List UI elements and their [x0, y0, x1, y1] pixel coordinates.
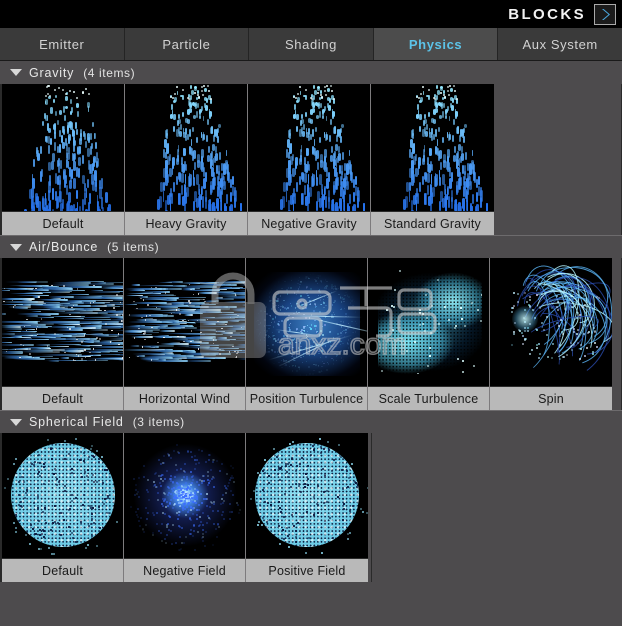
section-header-gravity[interactable]: Gravity (4 items)	[0, 61, 622, 84]
preset-item[interactable]: Default	[2, 433, 124, 582]
preset-thumbnail	[246, 433, 368, 558]
preset-item[interactable]: Horizontal Wind	[124, 258, 246, 410]
preset-label: Default	[2, 211, 124, 235]
blocks-panel: BLOCKS Emitter Particle Shading Physics …	[0, 0, 622, 626]
panel-header: BLOCKS	[0, 0, 622, 28]
preset-thumbnail	[246, 258, 367, 386]
preset-item[interactable]: Heavy Gravity	[125, 84, 248, 235]
preset-thumbnail	[371, 84, 494, 211]
preset-label: Default	[2, 386, 123, 410]
tab-particle[interactable]: Particle	[124, 28, 250, 60]
tab-emitter[interactable]: Emitter	[0, 28, 125, 60]
tab-label: Shading	[285, 36, 337, 52]
preset-thumbnail	[2, 84, 124, 211]
page-title: BLOCKS	[508, 5, 586, 23]
tab-label: Physics	[408, 36, 463, 52]
preset-label: Scale Turbulence	[368, 386, 489, 410]
chevron-right-icon	[598, 7, 612, 22]
preset-thumbnail	[125, 84, 247, 211]
preset-item[interactable]: Default	[2, 84, 125, 235]
air-bounce-row: Default Horizontal Wind Position Turbule…	[0, 258, 622, 410]
preset-item[interactable]: Negative Field	[124, 433, 246, 582]
preset-thumbnail	[124, 433, 245, 558]
preset-label: Spin	[490, 386, 612, 410]
preset-thumbnail	[248, 84, 370, 211]
preset-item[interactable]: Default	[2, 258, 124, 410]
preset-label: Heavy Gravity	[125, 211, 247, 235]
preset-label: Standard Gravity	[371, 211, 494, 235]
section-header-air-bounce[interactable]: Air/Bounce (5 items)	[0, 235, 622, 258]
preset-label: Default	[2, 558, 123, 582]
preset-label: Negative Gravity	[248, 211, 370, 235]
preset-label: Positive Field	[246, 558, 368, 582]
preset-item[interactable]: Positive Field	[246, 433, 368, 582]
triangle-down-icon	[10, 243, 22, 251]
preset-thumbnail	[490, 258, 612, 386]
tab-label: Emitter	[39, 36, 85, 52]
next-blocks-button[interactable]	[594, 3, 616, 25]
spherical-field-row: Default Negative Field Positive Field	[0, 433, 622, 582]
section-title: Air/Bounce	[29, 240, 99, 254]
preset-label: Negative Field	[124, 558, 245, 582]
section-item-count: (5 items)	[107, 240, 160, 254]
preset-item[interactable]: Spin	[490, 258, 612, 410]
preset-thumbnail	[124, 258, 245, 386]
preset-item[interactable]: Standard Gravity	[371, 84, 494, 235]
triangle-down-icon	[10, 418, 22, 426]
preset-thumbnail	[368, 258, 489, 386]
section-title: Gravity	[29, 65, 75, 80]
section-title: Spherical Field	[29, 415, 124, 429]
tab-bar: Emitter Particle Shading Physics Aux Sys…	[0, 28, 622, 61]
preset-thumbnail	[2, 258, 123, 386]
tab-aux-system[interactable]: Aux System	[498, 28, 622, 60]
section-item-count: (4 items)	[83, 65, 136, 80]
preset-thumbnail	[2, 433, 123, 558]
gravity-row: Default Heavy Gravity Negative Gravity S…	[0, 84, 622, 235]
preset-item[interactable]: Position Turbulence	[246, 258, 368, 410]
preset-label: Position Turbulence	[246, 386, 367, 410]
preset-label: Horizontal Wind	[124, 386, 245, 410]
tab-shading[interactable]: Shading	[249, 28, 374, 60]
preset-item[interactable]: Scale Turbulence	[368, 258, 490, 410]
preset-item[interactable]: Negative Gravity	[248, 84, 371, 235]
section-header-spherical-field[interactable]: Spherical Field (3 items)	[0, 410, 622, 433]
tab-label: Particle	[162, 36, 211, 52]
tab-physics[interactable]: Physics	[373, 28, 499, 60]
section-item-count: (3 items)	[132, 415, 185, 429]
tab-label: Aux System	[522, 36, 598, 52]
triangle-down-icon	[10, 69, 22, 76]
